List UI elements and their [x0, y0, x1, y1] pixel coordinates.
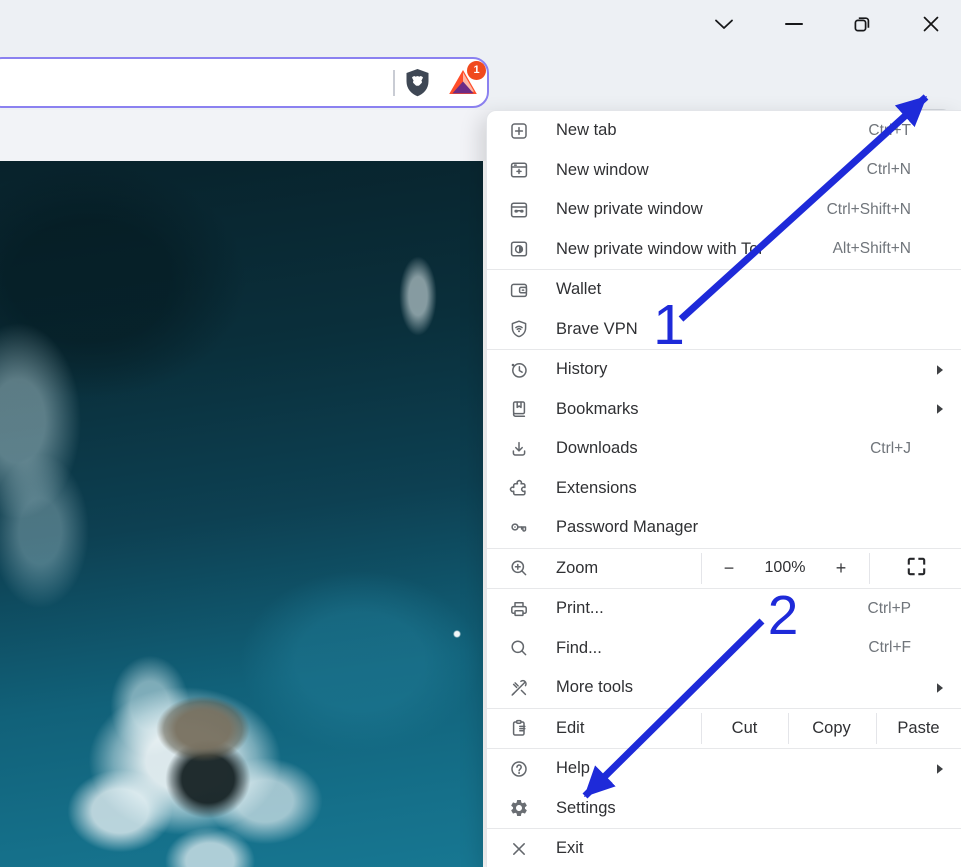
menu-item-label: More tools [556, 678, 633, 697]
menu-item-label: Extensions [556, 479, 637, 498]
shortcut-label: Ctrl+F [868, 639, 944, 657]
shortcut-label: Ctrl+J [870, 440, 944, 458]
print-icon [507, 599, 531, 619]
close-icon [922, 15, 940, 33]
rewards-badge: 1 [467, 61, 486, 80]
menu-item-extensions[interactable]: Extensions [487, 469, 961, 509]
bookmarks-icon [507, 399, 531, 419]
menu-item-label: Exit [556, 839, 584, 858]
menu-item-downloads[interactable]: Downloads Ctrl+J [487, 429, 961, 469]
help-icon [507, 759, 531, 779]
new-private-window-icon [507, 200, 531, 220]
menu-item-help[interactable]: Help [487, 749, 961, 789]
menu-item-label: Help [556, 759, 590, 778]
edit-icon [507, 718, 531, 738]
menu-item-label: New window [556, 161, 649, 180]
edit-action-cut[interactable]: Cut [701, 709, 788, 749]
brave-shield-icon[interactable] [401, 67, 433, 99]
submenu-arrow-icon [936, 682, 944, 693]
zoom-in-button[interactable]: + [813, 558, 869, 579]
submenu-arrow-icon [936, 763, 944, 774]
menu-item-new-window[interactable]: New window Ctrl+N [487, 151, 961, 191]
menu-item-label: Print... [556, 599, 604, 618]
browser-app-menu: New tab Ctrl+T New window Ctrl+N New private… [486, 110, 961, 867]
address-bar[interactable]: 1 [0, 57, 489, 108]
downloads-icon [507, 439, 531, 459]
menu-item-print[interactable]: Print... Ctrl+P [487, 589, 961, 629]
zoom-icon [507, 558, 531, 578]
menu-item-label: Wallet [556, 280, 601, 299]
menu-item-zoom: Zoom −100%+ [487, 549, 961, 589]
tab-search-button[interactable] [701, 0, 747, 47]
menu-item-label: Password Manager [556, 518, 698, 537]
menu-item-label: History [556, 360, 607, 379]
chevron-down-icon [713, 17, 735, 31]
menu-item-label: New private window [556, 200, 703, 219]
edit-action-copy[interactable]: Copy [788, 709, 875, 749]
shortcut-label: Alt+Shift+N [833, 240, 944, 258]
close-button[interactable] [908, 0, 954, 47]
restore-icon [852, 14, 872, 34]
more-tools-icon [507, 678, 531, 698]
toolbar: 1 VPN [0, 47, 961, 110]
menu-item-label: Edit [556, 719, 584, 738]
zoom-controls: −100%+ [701, 549, 869, 589]
menu-item-settings[interactable]: Settings [487, 789, 961, 829]
zoom-level: 100% [757, 559, 813, 577]
menu-item-new-private-window[interactable]: New private window Ctrl+Shift+N [487, 190, 961, 230]
submenu-arrow-icon [936, 404, 944, 415]
menu-item-label: Brave VPN [556, 320, 638, 339]
menu-item-find[interactable]: Find... Ctrl+F [487, 629, 961, 669]
ocean-background-image [0, 161, 483, 867]
bat-triangle-icon[interactable]: 1 [447, 67, 479, 99]
menu-item-label: New private window with Tor [556, 240, 764, 259]
menu-item-label: Find... [556, 639, 602, 658]
address-bar-divider [393, 70, 395, 96]
menu-item-label: Bookmarks [556, 400, 639, 419]
zoom-out-button[interactable]: − [701, 558, 757, 579]
menu-item-bookmarks[interactable]: Bookmarks [487, 390, 961, 430]
menu-item-exit[interactable]: Exit [487, 829, 961, 867]
extensions-icon [507, 478, 531, 498]
new-window-icon [507, 160, 531, 180]
shortcut-label: Ctrl+Shift+N [827, 201, 944, 219]
exit-icon [507, 839, 531, 859]
menu-item-more-tools[interactable]: More tools [487, 668, 961, 708]
menu-item-edit: Edit CutCopyPaste [487, 709, 961, 749]
browser-window: 1 VPN New tab Ctrl+T New window Ctrl+N New p… [0, 0, 961, 867]
shortcut-label: Ctrl+T [868, 122, 944, 140]
new-tab-icon [507, 121, 531, 141]
menu-item-new-tab[interactable]: New tab Ctrl+T [487, 111, 961, 151]
menu-item-new-private-window-with-tor[interactable]: New private window with Tor Alt+Shift+N [487, 230, 961, 270]
menu-item-label: Zoom [556, 559, 598, 578]
menu-item-history[interactable]: History [487, 350, 961, 390]
restore-button[interactable] [839, 0, 885, 47]
minimize-button[interactable] [771, 0, 817, 47]
minimize-icon [785, 22, 803, 26]
shortcut-label: Ctrl+P [868, 600, 945, 618]
menu-item-brave-vpn[interactable]: Brave VPN [487, 310, 961, 350]
menu-item-label: New tab [556, 121, 617, 140]
menu-item-wallet[interactable]: Wallet [487, 270, 961, 310]
menu-item-label: Settings [556, 799, 616, 818]
history-icon [507, 360, 531, 380]
edit-action-paste[interactable]: Paste [875, 709, 961, 749]
settings-icon [507, 798, 531, 818]
vpn-shield-icon [507, 319, 531, 339]
wallet-icon [507, 280, 531, 300]
shortcut-label: Ctrl+N [867, 161, 944, 179]
edit-actions: CutCopyPaste [701, 709, 961, 749]
find-icon [507, 638, 531, 658]
submenu-arrow-icon [936, 364, 944, 375]
titlebar [0, 0, 961, 47]
fullscreen-icon [905, 555, 927, 582]
key-icon [507, 518, 531, 538]
menu-item-password-manager[interactable]: Password Manager [487, 508, 961, 548]
menu-item-label: Downloads [556, 439, 638, 458]
new-private-window-tor-icon [507, 239, 531, 259]
fullscreen-button[interactable] [869, 549, 961, 589]
